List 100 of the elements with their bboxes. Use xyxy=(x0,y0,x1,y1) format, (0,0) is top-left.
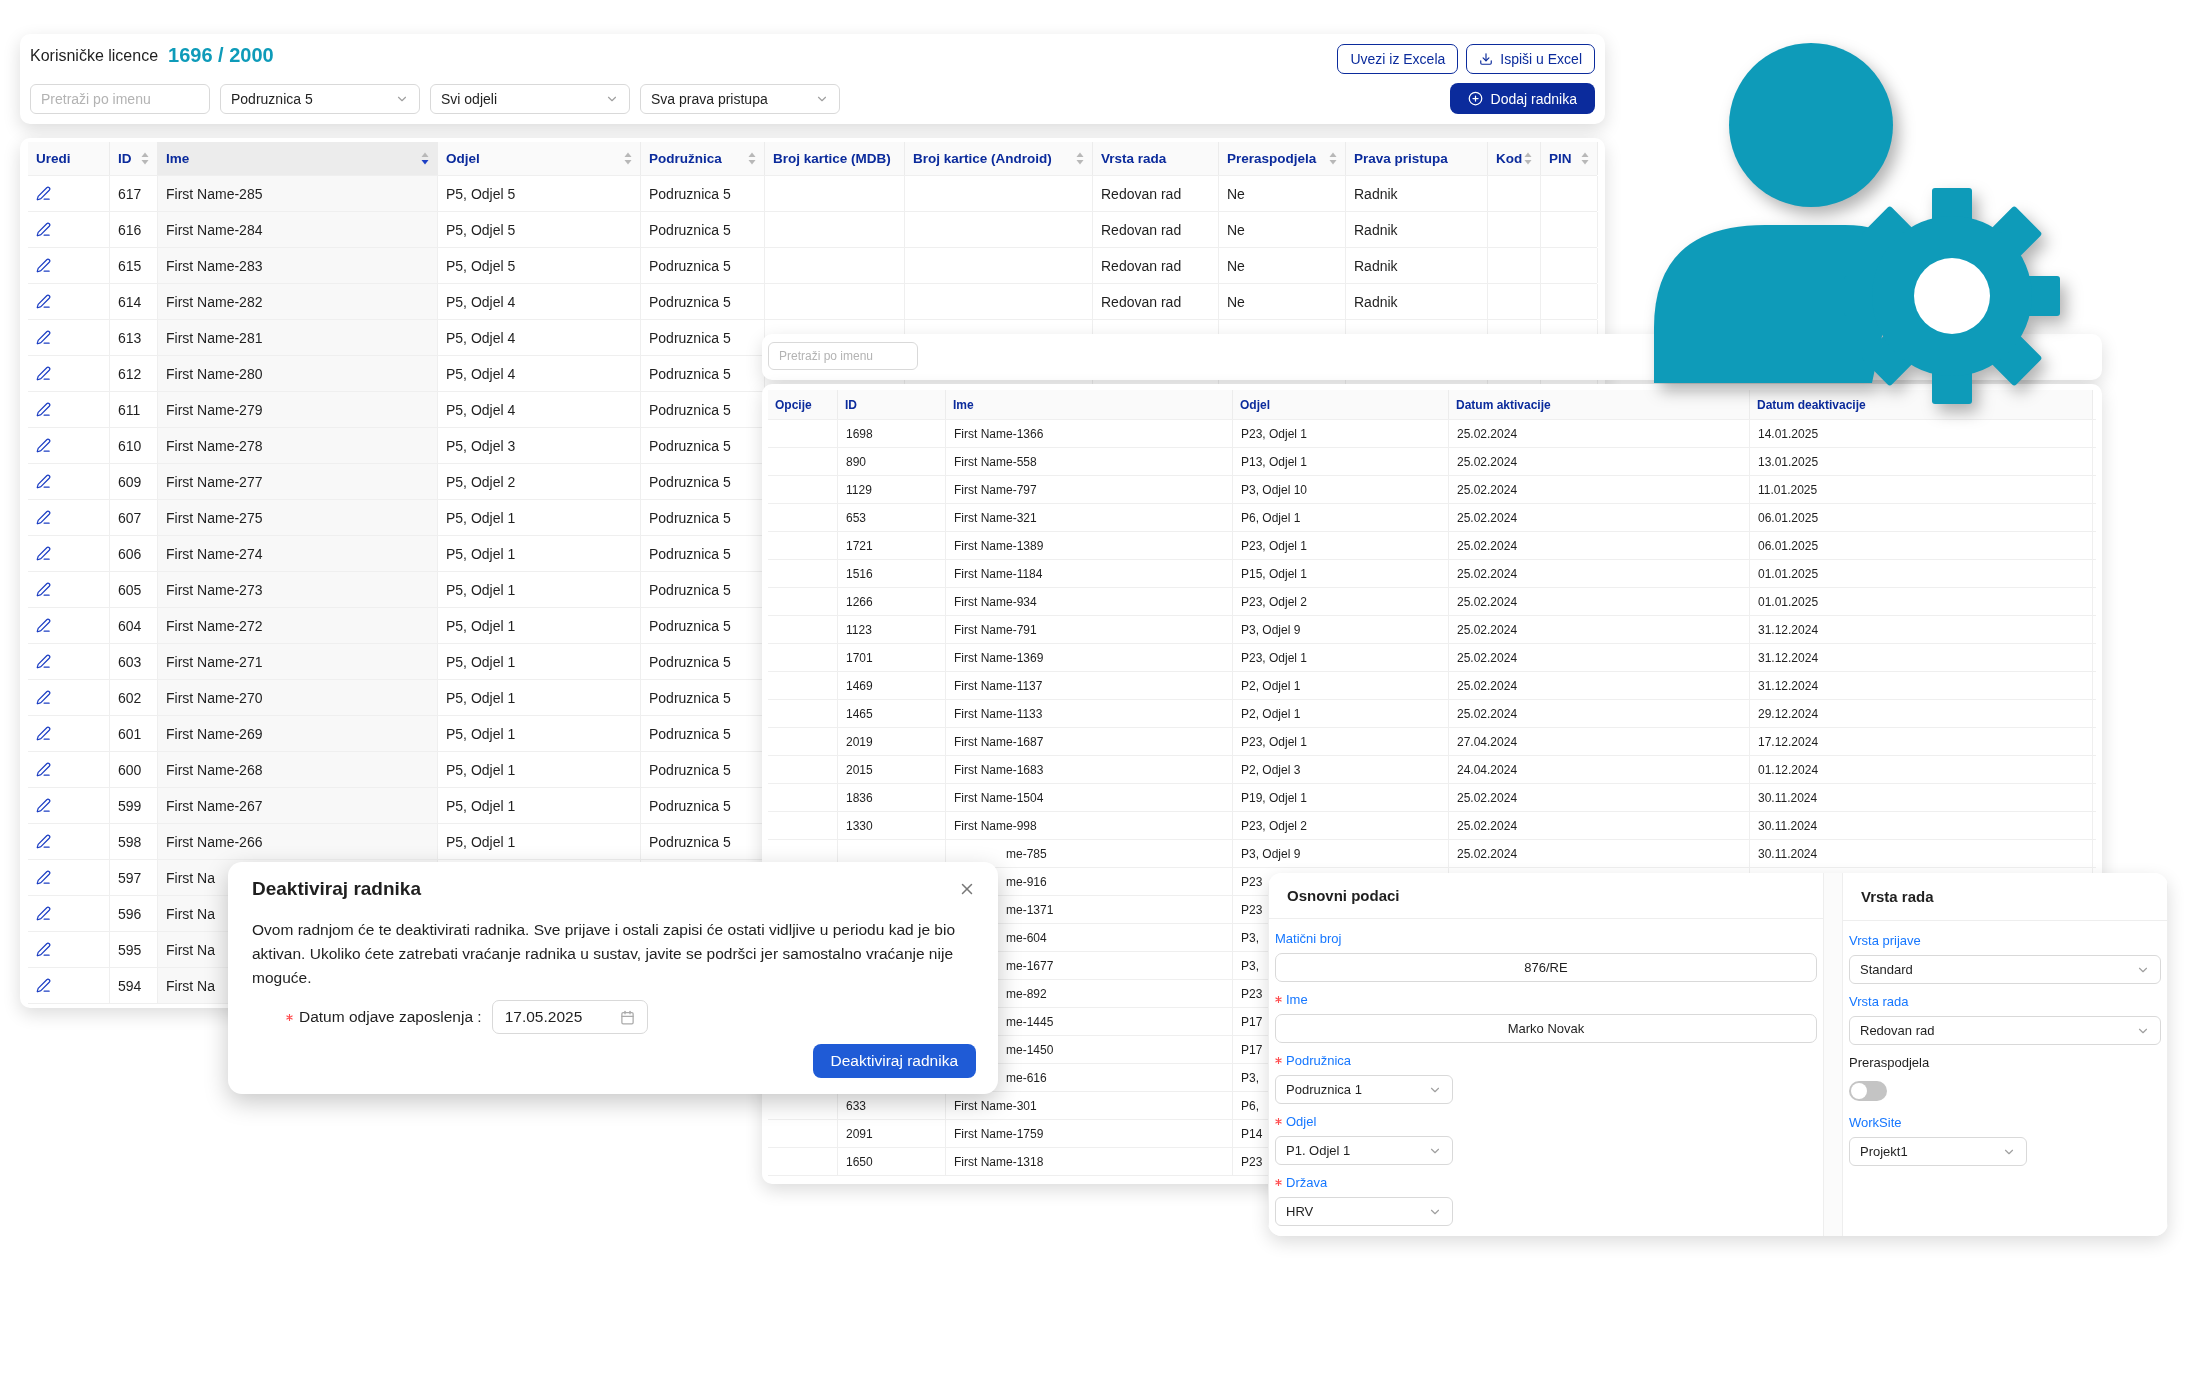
table-cell: 30.11.2024 xyxy=(1758,790,1818,805)
edit-icon[interactable] xyxy=(36,978,51,993)
edit-icon[interactable] xyxy=(36,402,51,417)
table-cell: 30.11.2024 xyxy=(1758,846,1818,861)
edit-icon[interactable] xyxy=(36,582,51,597)
table-cell: First Name-1318 xyxy=(954,1154,1044,1169)
dropdown[interactable]: Projekt1 xyxy=(1849,1137,2027,1166)
dropdown[interactable]: Standard xyxy=(1849,955,2161,984)
filter-dropdown[interactable]: Svi odjeli xyxy=(430,84,630,114)
column-header[interactable]: Kod xyxy=(1488,142,1541,175)
edit-icon[interactable] xyxy=(36,474,51,489)
table-cell: P5, Odjel 2 xyxy=(446,473,516,490)
edit-icon[interactable] xyxy=(36,690,51,705)
table-cell: Podruznica 5 xyxy=(649,581,731,598)
table-cell: P23, Odjel 2 xyxy=(1241,594,1308,609)
field-label: Podružnica xyxy=(1286,1052,1352,1068)
table-cell: First Name-1369 xyxy=(954,650,1044,665)
table-cell: 25.02.2024 xyxy=(1457,790,1518,805)
edit-icon[interactable] xyxy=(36,510,51,525)
table-cell: Podruznica 5 xyxy=(649,221,731,238)
toggle-switch[interactable] xyxy=(1849,1081,1887,1101)
dropdown[interactable]: HRV xyxy=(1275,1197,1453,1226)
field-label: Datum odjave zaposlenja : xyxy=(299,1008,482,1026)
table-cell: First Name-269 xyxy=(166,725,263,742)
table-cell: Redovan rad xyxy=(1101,257,1182,274)
table-cell: Podruznica 5 xyxy=(649,365,731,382)
edit-icon[interactable] xyxy=(36,798,51,813)
deactivate-button[interactable]: Deaktiviraj radnika xyxy=(812,1044,976,1078)
edit-icon[interactable] xyxy=(36,186,51,201)
table-cell: P5, Odjel 4 xyxy=(446,329,516,346)
card-title: Vrsta rada xyxy=(1843,873,2167,921)
table-cell: Redovan rad xyxy=(1101,221,1182,238)
edit-icon[interactable] xyxy=(36,906,51,921)
edit-icon[interactable] xyxy=(36,330,51,345)
date-field[interactable]: 17.05.2025 xyxy=(491,1000,648,1034)
table-cell: First Name-267 xyxy=(166,797,263,814)
column-header[interactable]: Podružnica xyxy=(641,142,765,175)
column-header[interactable]: Broj kartice (Android) xyxy=(905,142,1093,175)
export-button[interactable]: Ispiši u Excel xyxy=(1466,44,1595,74)
edit-icon[interactable] xyxy=(36,258,51,273)
edit-icon[interactable] xyxy=(36,762,51,777)
table-cell: P5, Odjel 5 xyxy=(446,257,516,274)
table-cell: Radnik xyxy=(1354,293,1398,310)
field-label: Država xyxy=(1286,1174,1328,1190)
edit-icon[interactable] xyxy=(36,942,51,957)
column-header[interactable]: Broj kartice (MDB) xyxy=(765,142,905,175)
edit-icon[interactable] xyxy=(36,726,51,741)
dropdown[interactable]: Podruznica 1 xyxy=(1275,1075,1453,1104)
text-field[interactable]: 876/RE xyxy=(1275,953,1817,982)
dropdown[interactable]: Redovan rad xyxy=(1849,1016,2161,1045)
table-cell: P2, Odjel 1 xyxy=(1241,678,1301,693)
search-field[interactable]: Pretraži po imenu xyxy=(30,84,210,114)
column-header[interactable]: Vrsta rada xyxy=(1093,142,1219,175)
table-cell: 1465 xyxy=(846,706,873,721)
column-header[interactable]: ID xyxy=(110,142,158,175)
filter-dropdown[interactable]: Podruznica 5 xyxy=(220,84,420,114)
edit-icon[interactable] xyxy=(36,438,51,453)
edit-icon[interactable] xyxy=(36,834,51,849)
add-employee-button[interactable]: Dodaj radnika xyxy=(1449,83,1595,114)
table-cell: P6, Odjel 1 xyxy=(1241,510,1301,525)
edit-icon[interactable] xyxy=(36,546,51,561)
table-cell: 890 xyxy=(846,454,867,469)
search-field[interactable]: Pretraži po imenu xyxy=(768,342,918,370)
column-header[interactable]: Ime xyxy=(158,142,438,175)
table-cell: P5, Odjel 1 xyxy=(446,545,516,562)
table-cell: 1650 xyxy=(846,1154,873,1169)
column-header[interactable]: Preraspodjela xyxy=(1219,142,1346,175)
table-cell: 614 xyxy=(118,293,142,310)
column-header[interactable]: Prava pristupa xyxy=(1346,142,1488,175)
table-cell: P5, Odjel 1 xyxy=(446,761,516,778)
filter-dropdown[interactable]: Sva prava pristupa xyxy=(640,84,840,114)
column-header[interactable]: Uredi xyxy=(28,142,110,175)
dropdown[interactable]: P1. Odjel 1 xyxy=(1275,1136,1453,1165)
table-cell: me-1371 xyxy=(1006,902,1054,917)
text-field[interactable]: Marko Novak xyxy=(1275,1014,1817,1043)
table-cell: First Na xyxy=(166,869,215,886)
edit-icon[interactable] xyxy=(36,654,51,669)
table-cell: 1129 xyxy=(846,482,872,497)
edit-icon[interactable] xyxy=(36,618,51,633)
table-cell: 600 xyxy=(118,761,142,778)
table-cell: First Name-791 xyxy=(954,622,1037,637)
edit-icon[interactable] xyxy=(36,870,51,885)
column-header[interactable]: PIN xyxy=(1541,142,1598,175)
table-cell: First Name-281 xyxy=(166,329,263,346)
table-cell: 25.02.2024 xyxy=(1457,650,1518,665)
import-button[interactable]: Uvezi iz Excela xyxy=(1337,44,1459,74)
table-cell: 25.02.2024 xyxy=(1457,566,1518,581)
table-cell: P5, Odjel 4 xyxy=(446,365,516,382)
table-cell: P2, Odjel 3 xyxy=(1241,762,1301,777)
table-cell: P5, Odjel 1 xyxy=(446,509,516,526)
edit-icon[interactable] xyxy=(36,366,51,381)
edit-icon[interactable] xyxy=(36,222,51,237)
edit-icon[interactable] xyxy=(36,294,51,309)
table-cell: 596 xyxy=(118,905,142,922)
table-cell: 01.01.2025 xyxy=(1758,594,1819,609)
table-cell: Podruznica 5 xyxy=(649,329,731,346)
table-cell: 609 xyxy=(118,473,142,490)
table-cell: 613 xyxy=(118,329,142,346)
column-header[interactable]: Odjel xyxy=(438,142,641,175)
table-cell: First Name-280 xyxy=(166,365,263,382)
